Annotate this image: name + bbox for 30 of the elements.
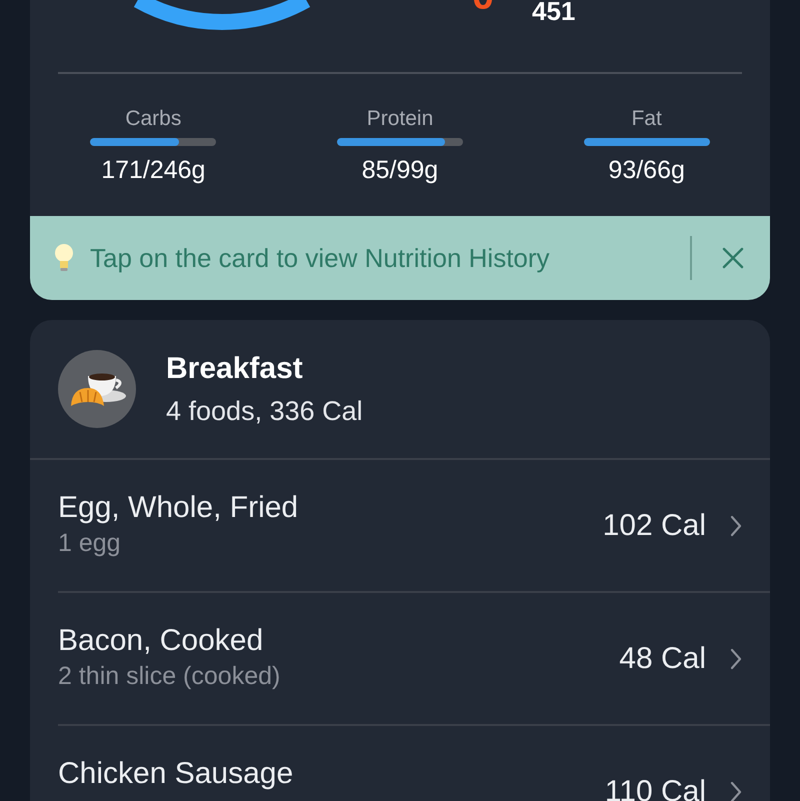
calories-burned-value: 451: [532, 0, 576, 22]
meal-title: Breakfast: [166, 352, 304, 386]
macro-label: Carbs: [125, 106, 182, 132]
close-button[interactable]: [722, 247, 744, 269]
food-row[interactable]: Chicken Sausage 110 Cal: [58, 724, 770, 801]
flame-icon: [472, 0, 494, 10]
close-icon: [722, 247, 744, 269]
macro-amount: 171/246g: [101, 155, 206, 186]
chevron-right-icon: [730, 514, 742, 536]
macro-label: Protein: [366, 106, 434, 132]
meal-summary: 4 foods, 336 Cal: [166, 396, 363, 426]
food-calories: 102 Cal: [602, 508, 706, 542]
food-row[interactable]: Bacon, Cooked 2 thin slice (cooked) 48 Cal: [58, 591, 770, 724]
food-name: Bacon, Cooked: [58, 624, 264, 658]
food-serving: 2 thin slice (cooked): [58, 662, 282, 690]
food-serving: 1 egg: [58, 528, 122, 558]
food-name: Chicken Sausage: [58, 756, 294, 790]
summary-card[interactable]: 451 Carbs 171/246g Protein 85/99g Fat 93/66g Tap on the card to view Nutrition History: [30, 0, 770, 300]
chevron-right-icon: [730, 648, 742, 670]
macro-amount: 93/66g: [608, 155, 685, 186]
chevron-right-icon: [730, 780, 742, 801]
macro-label: Fat: [631, 106, 662, 132]
macro-amount: 85/99g: [362, 155, 438, 186]
tip-text: Tap on the card to view Nutrition History: [90, 242, 550, 274]
food-calories: 110 Cal: [604, 774, 706, 801]
coffee-croissant-icon: [58, 350, 136, 428]
food-row[interactable]: Egg, Whole, Fried 1 egg 102 Cal: [58, 460, 770, 591]
food-calories: 48 Cal: [619, 642, 706, 676]
lightbulb-icon: [54, 243, 74, 273]
food-name: Egg, Whole, Fried: [58, 490, 300, 524]
